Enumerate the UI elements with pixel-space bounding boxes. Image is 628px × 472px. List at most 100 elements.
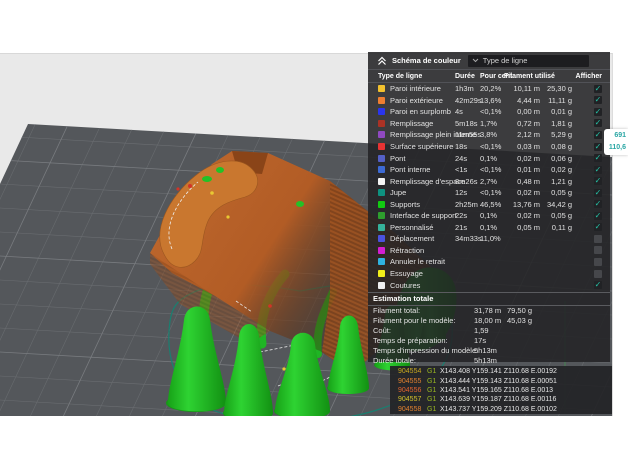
estimation-label: Temps d'impression du modèle:	[373, 346, 474, 355]
color-swatch	[378, 166, 385, 173]
filament-grams: 34,42 g	[540, 200, 572, 209]
view-type-value: Type de ligne	[483, 56, 528, 65]
gcode-line-number: 904557	[398, 396, 427, 403]
percent-value: <0,1%	[480, 107, 504, 116]
visibility-checkbox[interactable]: ✓	[594, 189, 602, 197]
percent-value: 0,1%	[480, 211, 504, 220]
visibility-checkbox[interactable]: ✓	[594, 96, 602, 104]
line-type-row[interactable]: Paroi en surplomb4s<0,1%0,00 m0,01 g✓	[368, 106, 610, 118]
filament-meters: 10,11 m	[504, 84, 540, 93]
line-type-row[interactable]: Remplissage plein interne11m55s3,8%2,12 …	[368, 129, 610, 141]
line-type-row[interactable]: Interface de support22s0,1%0,02 m0,05 g✓	[368, 210, 610, 222]
estimation-row: Temps de préparation:17s	[368, 336, 610, 346]
color-swatch	[378, 201, 385, 208]
line-type-row[interactable]: Supports2h25m46,5%13,76 m34,42 g✓	[368, 198, 610, 210]
estimation-table: Filament total:31,78 m79,50 gFilament po…	[368, 306, 610, 365]
gcode-line: 904555G1X143.444 Y159.143 Z110.68 E.0005…	[390, 376, 612, 385]
duration-value: 11m55s	[455, 130, 480, 139]
line-type-label: Essuyage	[378, 269, 455, 278]
gcode-params: X143.541 Y159.165 Z110.68 E.0013	[440, 387, 553, 394]
line-type-row[interactable]: Personnalisé21s0,1%0,05 m0,11 g✓	[368, 222, 610, 234]
color-scheme-panel: Schéma de couleur Type de ligne Type de …	[368, 52, 610, 362]
visibility-checkbox[interactable]: ✓	[594, 246, 602, 254]
visibility-checkbox[interactable]: ✓	[594, 108, 602, 116]
visibility-checkbox[interactable]: ✓	[594, 200, 602, 208]
visibility-checkbox[interactable]: ✓	[594, 235, 602, 243]
line-type-label: Paroi extérieure	[378, 96, 455, 105]
estimation-label: Coût:	[373, 326, 474, 335]
filament-grams: 0,02 g	[540, 165, 572, 174]
visibility-checkbox[interactable]: ✓	[594, 270, 602, 278]
line-type-row[interactable]: Rétraction✓	[368, 245, 610, 257]
estimation-label: Temps de préparation:	[373, 336, 474, 345]
line-type-row[interactable]: Déplacement34m33s11,0%✓	[368, 233, 610, 245]
col-type: Type de ligne	[378, 73, 455, 80]
line-type-label: Remplissage plein interne	[378, 130, 455, 139]
line-type-table: Paroi intérieure1h3m20,2%10,11 m25,30 g✓…	[368, 83, 610, 291]
visibility-checkbox[interactable]: ✓	[594, 281, 602, 289]
chevron-down-icon	[472, 58, 479, 63]
visibility-checkbox[interactable]: ✓	[594, 85, 602, 93]
line-type-label: Pont interne	[378, 165, 455, 174]
color-swatch	[378, 155, 385, 162]
filament-grams: 1,81 g	[540, 119, 572, 128]
visibility-checkbox[interactable]: ✓	[594, 258, 602, 266]
filament-meters: 13,76 m	[504, 200, 540, 209]
collapse-icon[interactable]	[377, 56, 387, 66]
line-type-row[interactable]: Remplissage5m18s1,7%0,72 m1,81 g✓	[368, 118, 610, 130]
percent-value: <0,1%	[480, 188, 504, 197]
filament-grams: 25,30 g	[540, 84, 572, 93]
estimation-row: Temps d'impression du modèle:5h13m	[368, 345, 610, 355]
estimation-value-1: 5h13m	[474, 346, 507, 355]
filament-meters: 0,72 m	[504, 119, 540, 128]
estimation-row: Filament total:31,78 m79,50 g	[368, 306, 610, 316]
line-type-row[interactable]: Annuler le retrait✓	[368, 256, 610, 268]
duration-value: 4s	[455, 107, 480, 116]
line-type-row[interactable]: Paroi extérieure42m29s13,6%4,44 m11,11 g…	[368, 95, 610, 107]
line-type-row[interactable]: Pont24s0,1%0,02 m0,06 g✓	[368, 152, 610, 164]
line-type-label: Surface supérieure	[378, 142, 455, 151]
filament-grams: 1,21 g	[540, 177, 572, 186]
color-swatch	[378, 247, 385, 254]
color-swatch	[378, 131, 385, 138]
visibility-checkbox[interactable]: ✓	[594, 154, 602, 162]
estimation-row: Filament pour le modèle:18,00 m45,03 g	[368, 316, 610, 326]
estimation-label: Filament total:	[373, 306, 474, 315]
col-duration: Durée	[455, 73, 480, 80]
line-type-row[interactable]: Jupe12s<0,1%0,02 m0,05 g✓	[368, 187, 610, 199]
line-type-label: Personnalisé	[378, 223, 455, 232]
line-type-label: Jupe	[378, 188, 455, 197]
visibility-checkbox[interactable]: ✓	[594, 119, 602, 127]
view-type-dropdown[interactable]: Type de ligne	[468, 55, 589, 67]
gcode-line: 904558G1X143.737 Y159.209 Z110.68 E.0010…	[390, 405, 612, 414]
percent-value: <0,1%	[480, 142, 504, 151]
line-type-row[interactable]: Essuyage ✓	[368, 268, 610, 280]
duration-value: 34m33s	[455, 234, 480, 243]
visibility-checkbox[interactable]: ✓	[594, 177, 602, 185]
visibility-checkbox[interactable]: ✓	[594, 212, 602, 220]
filament-grams: 0,08 g	[540, 142, 572, 151]
line-type-row[interactable]: Coutures✓	[368, 279, 610, 291]
visibility-checkbox[interactable]: ✓	[594, 223, 602, 231]
line-type-label: Paroi en surplomb	[378, 107, 455, 116]
duration-value: 1h3m	[455, 84, 480, 93]
table-column-headers: Type de ligne Durée Pour cent Filament u…	[368, 70, 610, 83]
line-type-row[interactable]: Paroi intérieure1h3m20,2%10,11 m25,30 g✓	[368, 83, 610, 95]
visibility-checkbox[interactable]: ✓	[594, 166, 602, 174]
visibility-checkbox[interactable]: ✓	[594, 143, 602, 151]
line-type-row[interactable]: Surface supérieure18s<0,1%0,03 m0,08 g✓	[368, 141, 610, 153]
estimation-row: Durée totale:5h13m	[368, 355, 610, 365]
gcode-command: G1	[427, 396, 440, 403]
color-swatch	[378, 270, 385, 277]
color-swatch	[378, 143, 385, 150]
line-type-row[interactable]: Pont interne<1s<0,1%0,01 m0,02 g✓	[368, 164, 610, 176]
gcode-command: G1	[427, 387, 440, 394]
col-filament: Filament utilisé	[504, 73, 572, 80]
filament-grams: 0,11 g	[540, 223, 572, 232]
line-type-row[interactable]: Remplissage d'espace8m26s2,7%0,48 m1,21 …	[368, 175, 610, 187]
filament-grams: 0,05 g	[540, 211, 572, 220]
duration-value: 5m18s	[455, 119, 480, 128]
gcode-line: 904557G1X143.639 Y159.187 Z110.68 E.0011…	[390, 395, 612, 404]
visibility-checkbox[interactable]: ✓	[594, 131, 602, 139]
filament-meters: 0,02 m	[504, 211, 540, 220]
